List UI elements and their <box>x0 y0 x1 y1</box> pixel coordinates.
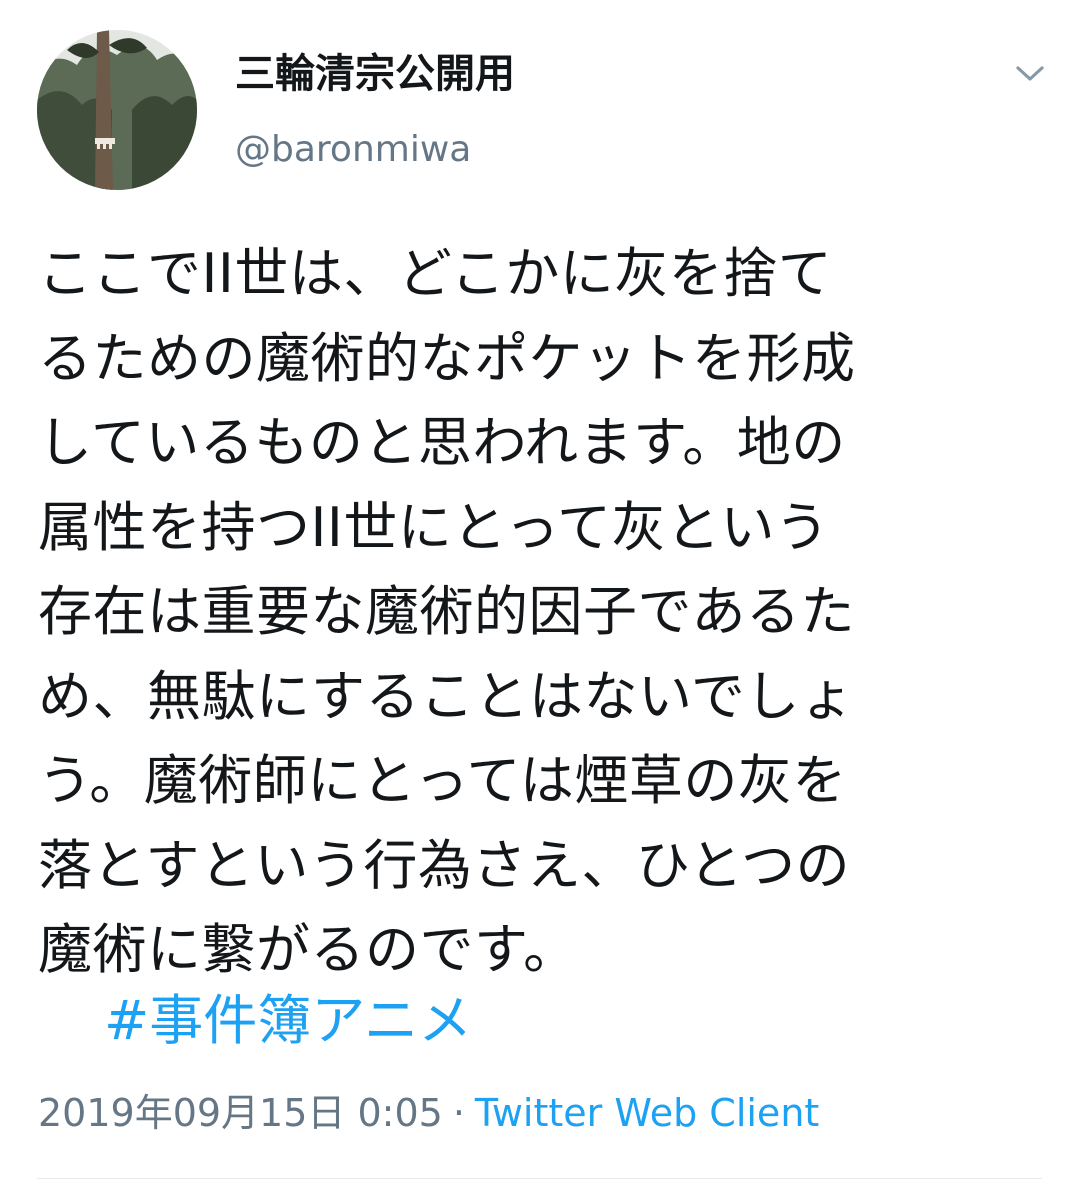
tweet-card: 三輪清宗公開用 @baronmiwa ここでII世は、どこかに灰を捨て るための… <box>0 0 1079 1201</box>
tweet-text-line: う。魔術師にとっては煙草の灰を <box>38 749 847 812</box>
display-name[interactable]: 三輪清宗公開用 <box>235 48 515 100</box>
user-handle[interactable]: @baronmiwa <box>235 126 471 174</box>
tweet-metadata: 2019年09月15日 0:05 · Twitter Web Client <box>38 1088 819 1138</box>
tweet-text-line: 落とすという行為さえ、ひとつの <box>38 833 851 897</box>
timestamp[interactable]: 2019年09月15日 0:05 <box>38 1091 443 1135</box>
tweet-text-line: め、無駄にすることはないでしょ <box>38 664 855 728</box>
tweet-text: ここでII世は、どこかに灰を捨て るための魔術的なポケットを形成 しているものと… <box>38 232 1048 993</box>
tweet-text-line: しているものと思われます。地の <box>38 411 846 474</box>
hashtag-link[interactable]: #事件簿アニメ <box>104 986 472 1056</box>
tweet-text-line: 属性を持つII世にとって灰という <box>38 495 830 559</box>
chevron-down-icon[interactable] <box>1008 56 1052 92</box>
tweet-text-line: 魔術に繋がるのです。 <box>38 918 578 981</box>
source-link[interactable]: Twitter Web Client <box>475 1091 819 1135</box>
tweet-text-line: ここでII世は、どこかに灰を捨て <box>38 242 833 305</box>
separator: · <box>452 1091 465 1135</box>
tweet-text-line: るための魔術的なポケットを形成 <box>38 326 856 390</box>
divider <box>37 1178 1042 1179</box>
tweet-text-line: 存在は重要な魔術的因子であるた <box>38 580 855 643</box>
avatar[interactable] <box>37 30 197 190</box>
avatar-image <box>37 30 197 190</box>
